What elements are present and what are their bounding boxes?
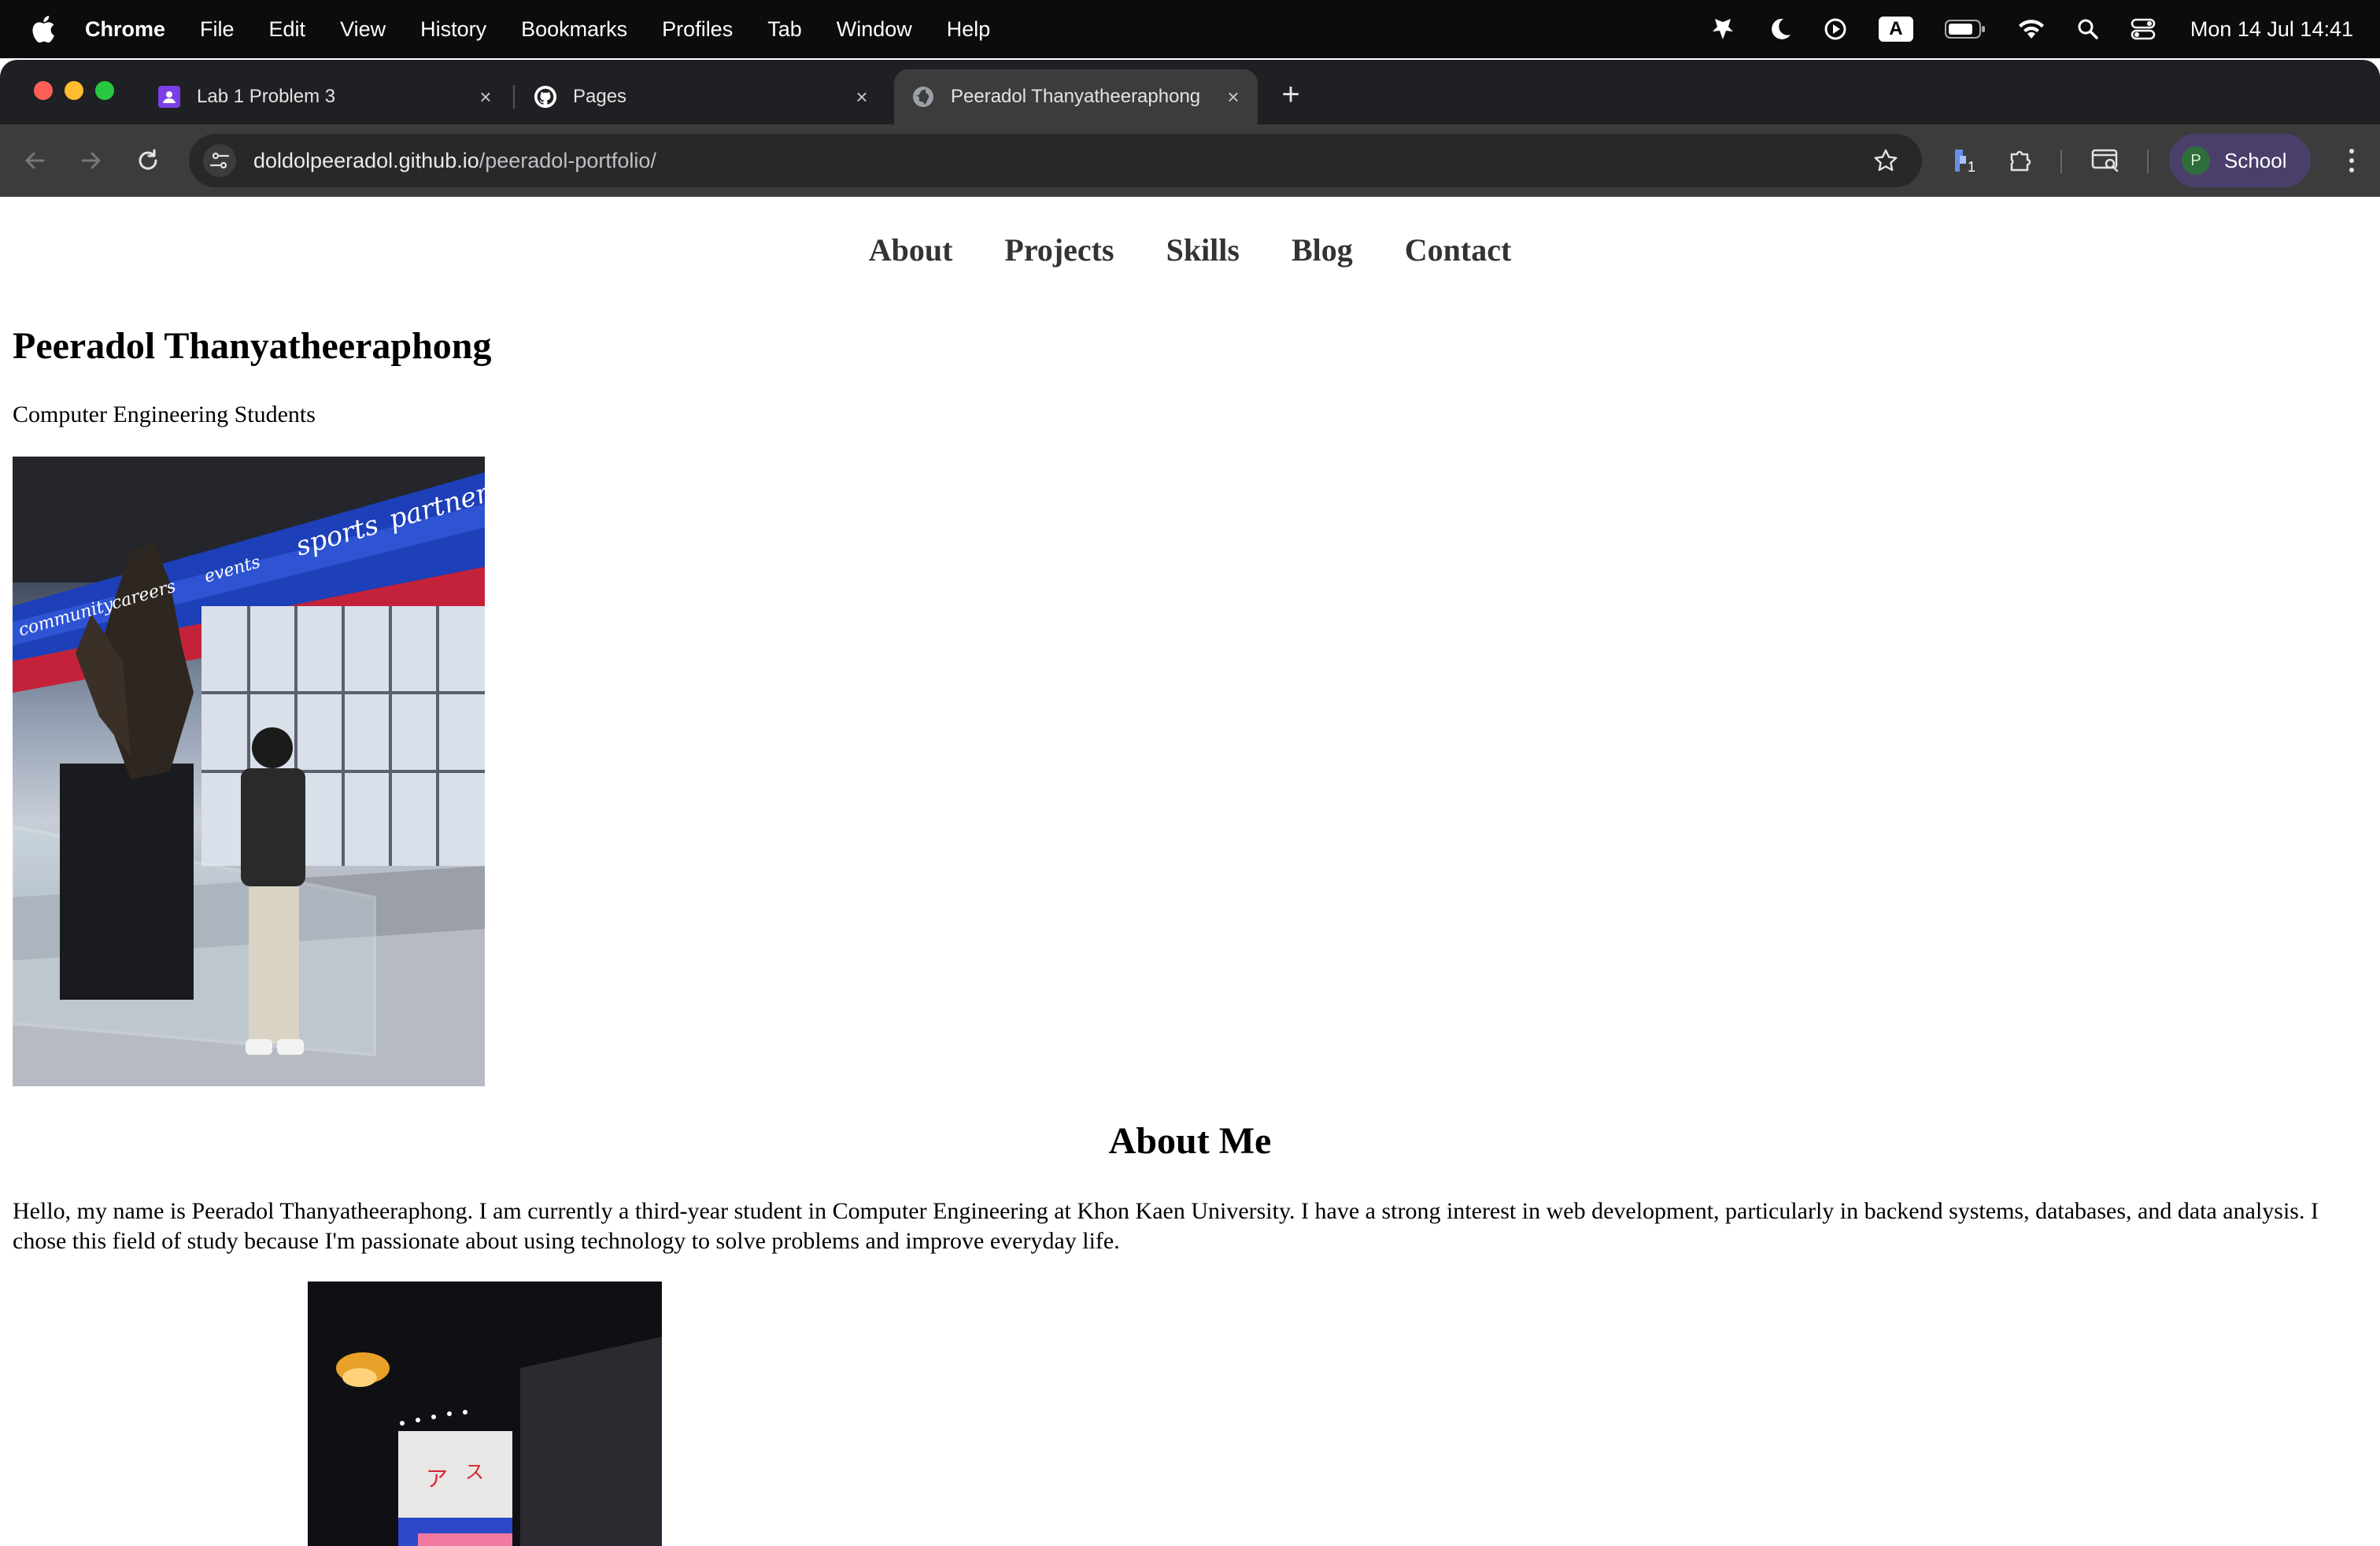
search-tab-icon[interactable]	[2089, 143, 2123, 178]
back-button[interactable]	[19, 145, 50, 176]
focus-moon-icon[interactable]	[1768, 0, 1792, 58]
profile-button[interactable]: P School	[2169, 134, 2311, 187]
extensions-icon[interactable]	[2004, 143, 2038, 178]
input-source-label: A	[1878, 17, 1913, 42]
page-subtitle: Computer Engineering Students	[13, 401, 316, 427]
menu-bar-clock[interactable]: Mon 14 Jul 14:41	[2190, 17, 2353, 42]
browser-toolbar: doldolpeeradol.github.io/peeradol-portfo…	[0, 124, 2380, 197]
url-host: doldolpeeradol.github.io	[253, 148, 479, 172]
svg-text:ア: ア	[426, 1466, 448, 1492]
menu-file[interactable]: File	[200, 17, 235, 42]
tab-title: Lab 1 Problem 3	[197, 86, 336, 107]
page-viewport: About Projects Skills Blog Contact Peera…	[0, 197, 2380, 1546]
toolbar-divider	[2060, 150, 2062, 173]
nav-link-contact[interactable]: Contact	[1405, 232, 1512, 268]
spotlight-search-icon[interactable]	[2077, 0, 2099, 58]
control-center-icon[interactable]	[2131, 0, 2156, 58]
browser-tab-strip: Lab 1 Problem 3 × Pages × Peeradol Thany…	[0, 60, 2380, 124]
profile-label: School	[2224, 148, 2287, 172]
svg-text:ス: ス	[465, 1461, 484, 1483]
nav-link-blog[interactable]: Blog	[1292, 232, 1353, 268]
url-path: /peeradol-portfolio/	[479, 148, 656, 172]
profile-avatar: P	[2182, 146, 2210, 175]
now-playing-icon[interactable]	[1824, 0, 1847, 58]
input-source-indicator[interactable]: A	[1878, 0, 1913, 58]
address-bar-url: doldolpeeradol.github.io/peeradol-portfo…	[253, 149, 656, 173]
city-night-photo: ア ス	[308, 1282, 662, 1546]
reload-button[interactable]	[132, 145, 164, 176]
extension-badge-count: 1	[1968, 159, 1976, 175]
nav-link-skills[interactable]: Skills	[1166, 232, 1240, 268]
menu-view[interactable]: View	[340, 17, 386, 42]
tab-pages[interactable]: Pages ×	[516, 69, 886, 124]
site-info-icon[interactable]	[203, 144, 236, 177]
menu-bookmarks[interactable]: Bookmarks	[521, 17, 627, 42]
wifi-icon[interactable]	[2017, 0, 2046, 58]
menu-help[interactable]: Help	[947, 17, 991, 42]
window-minimize-button[interactable]	[65, 81, 83, 100]
window-close-button[interactable]	[34, 81, 53, 100]
classroom-icon	[157, 85, 181, 109]
tab-divider	[513, 85, 515, 109]
macos-menu-bar: Chrome File Edit View History Bookmarks …	[0, 0, 2380, 58]
menu-app-name[interactable]: Chrome	[85, 17, 165, 42]
status-area: A Mon 14 Jul 14:41	[1679, 0, 2353, 58]
chrome-menu-icon[interactable]	[2336, 143, 2367, 178]
profile-photo: community careers events sports partners	[13, 457, 485, 1086]
tab-close-icon[interactable]: ×	[475, 87, 496, 107]
extension-puzzle-badge-icon[interactable]: 1	[1947, 143, 1982, 178]
tab-close-icon[interactable]: ×	[852, 87, 872, 107]
page-title: Peeradol Thanyatheeraphong	[13, 325, 492, 367]
menu-history[interactable]: History	[420, 17, 486, 42]
menu-edit[interactable]: Edit	[269, 17, 306, 42]
window-zoom-button[interactable]	[95, 81, 114, 100]
about-paragraph: Hello, my name is Peeradol Thanyatheerap…	[13, 1198, 2319, 1254]
forward-button[interactable]	[76, 145, 107, 176]
globe-icon	[911, 85, 935, 109]
tab-peeradol-portfolio[interactable]: Peeradol Thanyatheeraphong ×	[894, 69, 1258, 124]
new-tab-button[interactable]: +	[1275, 79, 1306, 110]
tab-lab-1-problem-3[interactable]: Lab 1 Problem 3 ×	[140, 69, 510, 124]
menu-window[interactable]: Window	[837, 17, 912, 42]
tab-title: Pages	[573, 86, 627, 107]
toolbar-divider	[2147, 150, 2149, 173]
address-bar[interactable]: doldolpeeradol.github.io/peeradol-portfo…	[189, 134, 1922, 187]
nav-link-projects[interactable]: Projects	[1004, 232, 1114, 268]
menu-tab[interactable]: Tab	[767, 17, 802, 42]
screen-share-icon[interactable]	[1710, 0, 1737, 58]
site-navigation: About Projects Skills Blog Contact	[0, 231, 2380, 268]
battery-icon[interactable]	[1944, 0, 1986, 58]
nav-link-about[interactable]: About	[869, 232, 953, 268]
apple-menu-icon[interactable]	[30, 13, 57, 45]
about-section-title: About Me	[1108, 1120, 1272, 1162]
menu-profiles[interactable]: Profiles	[662, 17, 733, 42]
tab-title: Peeradol Thanyatheeraphong	[951, 86, 1201, 107]
bookmark-star-icon[interactable]	[1870, 145, 1901, 176]
tab-close-icon[interactable]: ×	[1223, 87, 1244, 107]
github-icon	[534, 85, 557, 109]
